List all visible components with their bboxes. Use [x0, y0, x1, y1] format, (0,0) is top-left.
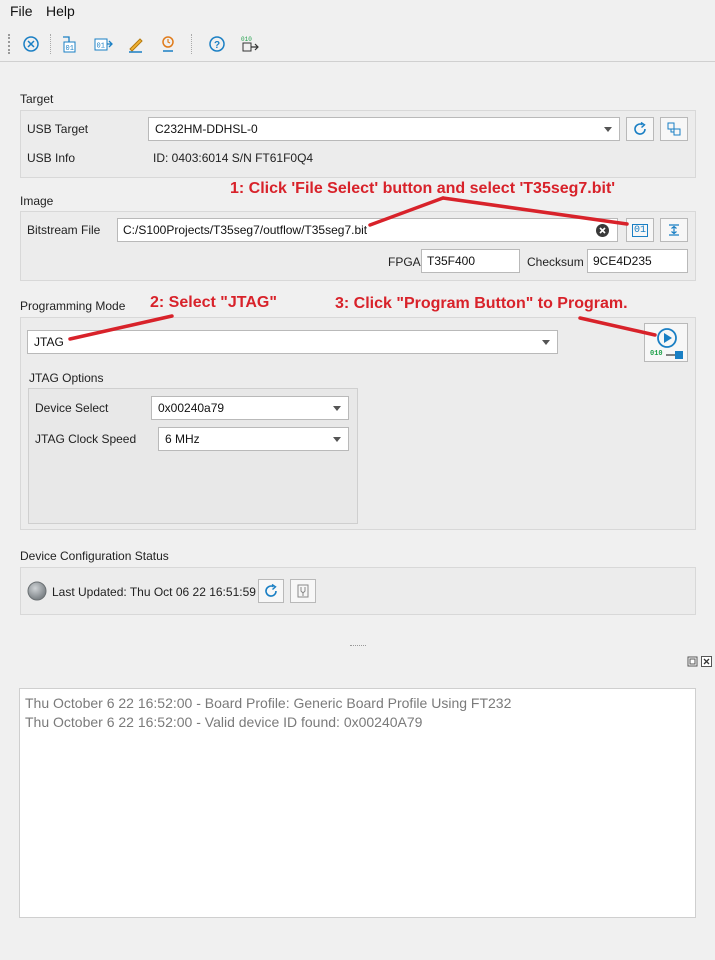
float-icon[interactable]: [687, 656, 698, 667]
usb-target-select[interactable]: C232HM-DDHSL-0: [148, 117, 620, 141]
file-select-button[interactable]: 01: [626, 218, 654, 242]
log-console[interactable]: Thu October 6 22 16:52:00 - Board Profil…: [19, 688, 696, 918]
annotation-step1: 1: Click 'File Select' button and select…: [230, 180, 616, 197]
target-section-label: Target: [20, 92, 54, 106]
clear-icon[interactable]: [595, 223, 610, 238]
device-select-icon: [667, 122, 681, 136]
fpga-field: T35F400: [421, 249, 520, 273]
status-led-icon: [27, 581, 47, 601]
menu-file[interactable]: File: [10, 3, 33, 19]
jtag-clock-label: JTAG Clock Speed: [35, 432, 137, 446]
collapse-icon: [669, 224, 679, 236]
file-select-icon: 01: [631, 223, 648, 237]
bitstream-label: Bitstream File: [27, 223, 101, 237]
bitstream-file-value: C:/S100Projects/T35seg7/outflow/T35seg7.…: [123, 223, 368, 237]
profile-button[interactable]: [157, 32, 181, 56]
last-updated-text: Last Updated: Thu Oct 06 22 16:51:59: [52, 585, 256, 599]
refresh-icon: [265, 583, 277, 597]
chevron-down-icon: [604, 127, 612, 132]
export-button[interactable]: 01: [91, 32, 115, 56]
status-section-label: Device Configuration Status: [20, 549, 169, 563]
help-icon: ?: [209, 36, 225, 52]
image-section-label: Image: [20, 194, 54, 208]
tools-button[interactable]: [290, 579, 316, 603]
jtag-clock-dropdown[interactable]: 6 MHz: [158, 427, 349, 451]
binary-download-icon: 010: [241, 36, 259, 52]
annotation-step3: 3: Click "Program Button" to Program.: [335, 295, 628, 312]
close-icon[interactable]: [701, 656, 712, 667]
bitstream-file-field[interactable]: C:/S100Projects/T35seg7/outflow/T35seg7.…: [117, 218, 618, 242]
jtag-clock-value: 6 MHz: [165, 432, 200, 446]
toolbar-separator: [191, 34, 192, 54]
chevron-down-icon: [333, 406, 341, 411]
log-line: Thu October 6 22 16:52:00 - Valid device…: [25, 714, 423, 730]
annotation-step2: 2: Select "JTAG": [150, 294, 277, 311]
checksum-label: Checksum: [527, 255, 584, 269]
usb-info-label: USB Info: [27, 151, 76, 165]
programming-section-label: Programming Mode: [20, 299, 126, 313]
refresh-target-button[interactable]: [626, 117, 654, 141]
help-button[interactable]: ?: [205, 32, 229, 56]
programming-mode-select[interactable]: JTAG: [27, 330, 558, 354]
log-line: Thu October 6 22 16:52:00 - Board Profil…: [25, 695, 512, 711]
toolbar: 01 01 ? 010: [0, 26, 715, 62]
device-select-value: 0x00240a79: [158, 401, 225, 415]
target-settings-button[interactable]: [660, 117, 688, 141]
download-button[interactable]: 010: [238, 32, 262, 56]
toolbar-grip: [8, 34, 11, 54]
chevron-down-icon: [333, 437, 341, 442]
chevron-down-icon: [542, 340, 550, 345]
export-binary-icon: 01: [94, 38, 113, 51]
checksum-field: 9CE4D235: [587, 249, 688, 273]
svg-text:01: 01: [66, 45, 74, 53]
fpga-value: T35F400: [427, 254, 476, 268]
jtag-options-label: JTAG Options: [29, 371, 104, 385]
profile-icon: [162, 36, 174, 52]
device-select-dropdown[interactable]: 0x00240a79: [151, 396, 349, 420]
checksum-value: 9CE4D235: [593, 254, 652, 268]
menu-help[interactable]: Help: [46, 3, 75, 19]
edit-button[interactable]: [124, 32, 148, 56]
usb-info-value: ID: 0403:6014 S/N FT61F0Q4: [153, 151, 314, 165]
import-icon: 01: [63, 36, 76, 53]
svg-text:?: ?: [214, 40, 220, 51]
toolbar-separator: [50, 34, 51, 54]
refresh-icon: [634, 121, 646, 135]
edit-icon: [129, 38, 143, 53]
tool-icon: [297, 584, 309, 598]
image-options-button[interactable]: [660, 218, 688, 242]
menu-bar: File Help: [0, 0, 715, 24]
program-binary-label: 010: [650, 350, 663, 358]
device-select-label: Device Select: [35, 401, 109, 415]
splitter-handle[interactable]: [350, 645, 366, 647]
svg-text:010: 010: [241, 36, 252, 43]
program-button[interactable]: 010: [644, 323, 688, 362]
import-button[interactable]: 01: [57, 32, 81, 56]
cancel-button[interactable]: [19, 32, 43, 56]
svg-text:01: 01: [97, 43, 105, 51]
cancel-icon: [23, 36, 39, 52]
fpga-label: FPGA: [388, 255, 421, 269]
refresh-status-button[interactable]: [258, 579, 284, 603]
usb-target-value: C232HM-DDHSL-0: [155, 122, 258, 136]
programming-mode-value: JTAG: [34, 335, 64, 349]
usb-target-label: USB Target: [27, 122, 89, 136]
